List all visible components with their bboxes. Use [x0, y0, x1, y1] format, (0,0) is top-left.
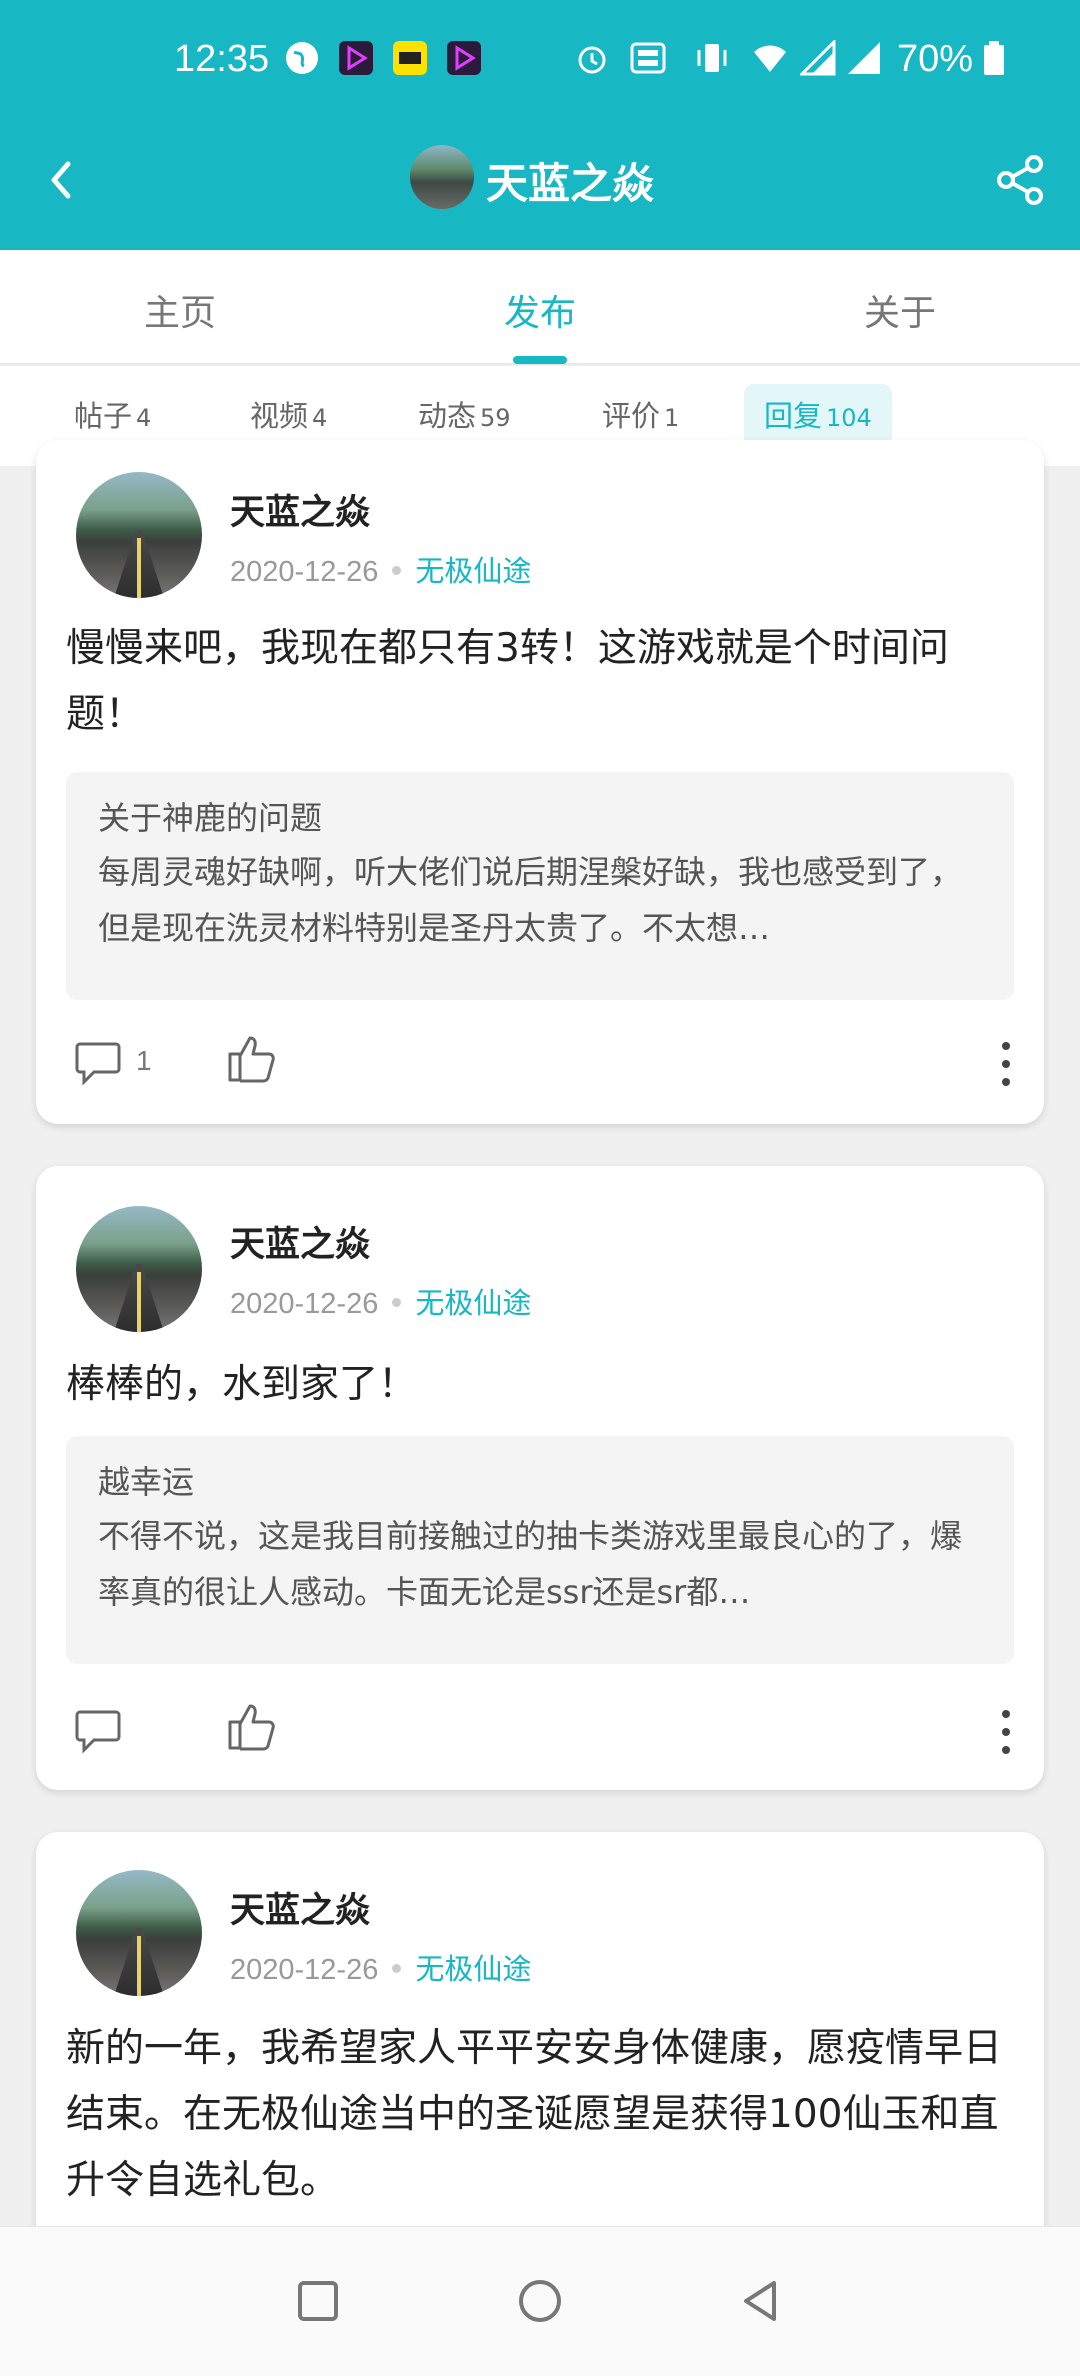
home-icon[interactable]	[508, 2269, 572, 2333]
filter-label: 动态	[418, 399, 477, 433]
reply-content: 棒棒的，水到家了！	[66, 1362, 418, 1407]
avatar[interactable]	[76, 1870, 202, 1996]
filter-reviews[interactable]: 评价 1	[582, 384, 699, 448]
reply-content: 新的一年，我希望家人平平安安身体健康，愿疫情早日结束。在无极仙途当中的圣诞愿望是…	[66, 2026, 1003, 2203]
reply-card[interactable]: 天蓝之焱 2020-12-26 无极仙途 慢慢来吧，我现在都只有3转！这游戏就是个…	[36, 440, 1044, 1124]
filter-count: 104	[826, 404, 872, 432]
news-app-icon	[393, 41, 427, 75]
header-avatar	[410, 145, 474, 209]
post-date: 2020-12-26	[230, 1954, 379, 1986]
quoted-post[interactable]: 关于神鹿的问题 每周灵魂好缺啊，听大佬们说后期涅槃好缺，我也感受到了，但是现在洗…	[66, 772, 1014, 1000]
avatar[interactable]	[76, 1206, 202, 1332]
more-options-icon[interactable]	[998, 1036, 1014, 1092]
post-meta: 2020-12-26 无极仙途	[230, 548, 531, 590]
filter-posts[interactable]: 帖子 4	[54, 384, 171, 448]
system-navigation-bar	[0, 2226, 1080, 2376]
wifi-icon	[754, 45, 786, 72]
status-time: 12:35	[174, 38, 270, 80]
post-date: 2020-12-26	[230, 556, 379, 588]
video-app-icon	[339, 41, 373, 75]
video-app-icon	[447, 41, 481, 75]
recent-apps-icon[interactable]	[286, 2269, 350, 2333]
filter-count: 1	[664, 404, 680, 432]
thumbs-up-icon[interactable]	[226, 1030, 280, 1086]
more-options-icon[interactable]	[998, 1704, 1014, 1760]
filter-label: 评价	[602, 399, 661, 433]
quoted-post[interactable]: 越幸运 不得不说，这是我目前接触过的抽卡类游戏里最良心的了，爆率真的很让人感动。…	[66, 1436, 1014, 1664]
profile-name: 天蓝之焱	[486, 159, 655, 208]
comment-icon[interactable]	[74, 1702, 122, 1758]
active-tab-indicator	[513, 356, 567, 364]
back-triangle-icon[interactable]	[730, 2269, 794, 2333]
volte-icon	[630, 42, 666, 74]
post-meta: 2020-12-26 无极仙途	[230, 1946, 531, 1988]
back-arrow-icon[interactable]	[34, 150, 94, 210]
signal-icon	[800, 40, 836, 76]
game-tag[interactable]: 无极仙途	[415, 1952, 531, 1986]
filter-label: 帖子	[74, 399, 133, 433]
game-tag[interactable]: 无极仙途	[415, 1286, 531, 1320]
filter-replies[interactable]: 回复 104	[744, 384, 892, 448]
battery-icon	[984, 41, 1004, 75]
game-tag[interactable]: 无极仙途	[415, 554, 531, 588]
tab-about[interactable]: 关于	[864, 284, 936, 336]
alarm-icon	[578, 46, 606, 74]
comment-count: 1	[136, 1045, 152, 1076]
filter-count: 59	[480, 404, 511, 432]
filter-label: 回复	[764, 399, 823, 433]
tab-home[interactable]: 主页	[144, 284, 216, 336]
author-name[interactable]: 天蓝之焱	[230, 1882, 370, 1933]
profile-header: 天蓝之焱	[0, 120, 1080, 250]
post-date: 2020-12-26	[230, 1288, 379, 1320]
reply-card[interactable]: 天蓝之焱 2020-12-26 无极仙途 新的一年，我希望家人平平安安身体健康，愿…	[36, 1832, 1044, 2252]
share-icon[interactable]	[990, 150, 1050, 210]
signal-icon	[848, 42, 880, 74]
tab-publish[interactable]: 发布	[504, 284, 576, 336]
filter-label: 视频	[250, 399, 309, 433]
author-name[interactable]: 天蓝之焱	[230, 484, 370, 535]
post-meta: 2020-12-26 无极仙途	[230, 1280, 531, 1322]
filter-moments[interactable]: 动态 59	[398, 384, 531, 448]
filter-count: 4	[312, 404, 328, 432]
status-bar: 12:35 70%	[0, 0, 1080, 120]
vibrate-icon	[697, 44, 727, 72]
battery-percentage: 70%	[897, 38, 974, 80]
comment-icon[interactable]	[74, 1034, 122, 1090]
reply-card[interactable]: 天蓝之焱 2020-12-26 无极仙途 棒棒的，水到家了！ 越幸运 不得不说，这…	[36, 1166, 1044, 1790]
quoted-post-body: 每周灵魂好缺啊，听大佬们说后期涅槃好缺，我也感受到了，但是现在洗灵材料特别是圣丹…	[98, 853, 963, 947]
quoted-post-body: 不得不说，这是我目前接触过的抽卡类游戏里最良心的了，爆率真的很让人感动。卡面无论…	[98, 1517, 963, 1611]
filter-count: 4	[136, 404, 152, 432]
app-header-bar: 12:35 70% 天蓝之焱	[0, 0, 1080, 250]
reply-content: 慢慢来吧，我现在都只有3转！这游戏就是个时间问题！	[66, 626, 949, 737]
author-name[interactable]: 天蓝之焱	[230, 1216, 370, 1267]
browser-icon	[286, 42, 318, 74]
quoted-post-title: 越幸运	[98, 1463, 195, 1501]
avatar[interactable]	[76, 472, 202, 598]
filter-videos[interactable]: 视频 4	[230, 384, 347, 448]
thumbs-up-icon[interactable]	[226, 1698, 280, 1754]
profile-tabs: 主页 发布 关于	[0, 250, 1080, 365]
quoted-post-title: 关于神鹿的问题	[98, 799, 323, 837]
